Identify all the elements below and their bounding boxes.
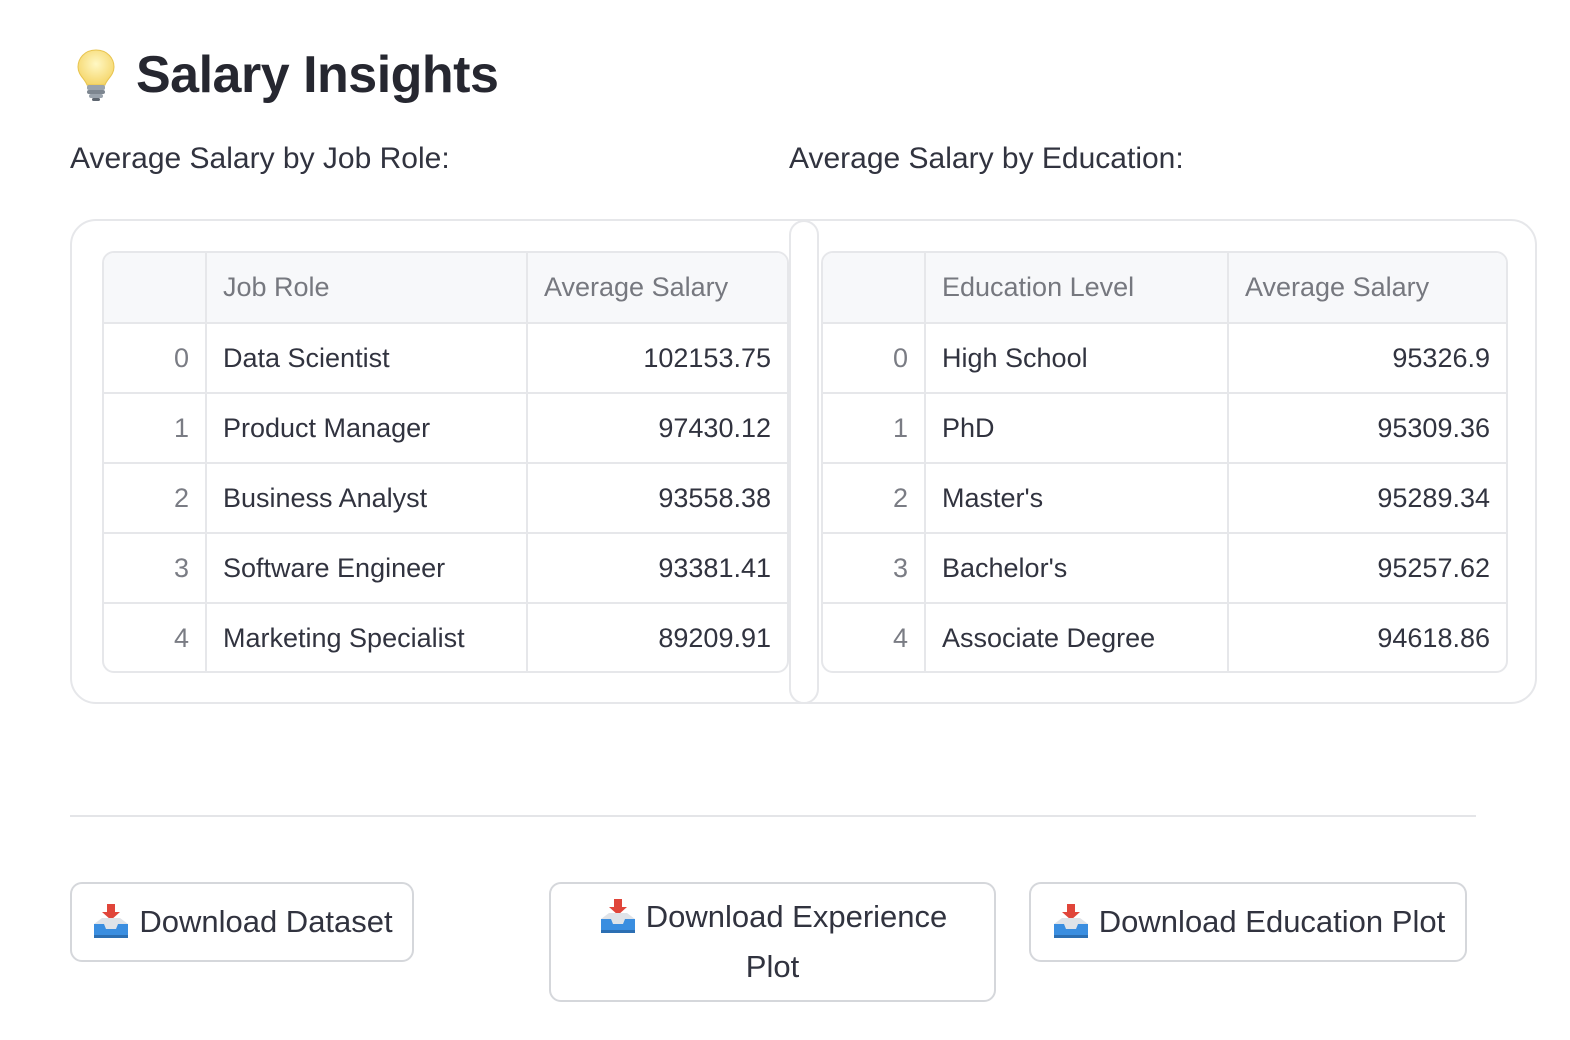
job-role-cell[interactable]: Business Analyst bbox=[206, 463, 528, 534]
table-header-row: Education Level Average Salary bbox=[823, 253, 1506, 324]
salary-insights-page: Salary Insights Average Salary by Job Ro… bbox=[0, 0, 1570, 1040]
row-index[interactable]: 1 bbox=[823, 393, 926, 464]
download-dataset-button[interactable]: Download Dataset bbox=[70, 882, 414, 962]
table-row: 4 Marketing Specialist 89209.91 bbox=[104, 603, 787, 671]
button-label: Download Education Plot bbox=[1098, 904, 1446, 939]
column-header-index[interactable] bbox=[104, 253, 207, 324]
salary-cell[interactable]: 102153.75 bbox=[527, 323, 787, 394]
salary-cell[interactable]: 95289.34 bbox=[1228, 463, 1506, 534]
job-role-cell[interactable]: Marketing Specialist bbox=[206, 603, 528, 671]
education-level-cell[interactable]: PhD bbox=[925, 393, 1229, 464]
row-index[interactable]: 2 bbox=[104, 463, 207, 534]
column-header-index[interactable] bbox=[823, 253, 926, 324]
row-index[interactable]: 0 bbox=[823, 323, 926, 394]
salary-cell[interactable]: 94618.86 bbox=[1228, 603, 1506, 671]
education-level-cell[interactable]: Bachelor's bbox=[925, 533, 1229, 604]
button-label-continued: Plot bbox=[745, 949, 800, 984]
table-row: 3 Bachelor's 95257.62 bbox=[823, 533, 1506, 604]
salary-cell[interactable]: 89209.91 bbox=[527, 603, 787, 671]
table-header-row: Job Role Average Salary bbox=[104, 253, 787, 324]
column-header-average-salary[interactable]: Average Salary bbox=[527, 253, 787, 324]
table-row: 4 Associate Degree 94618.86 bbox=[823, 603, 1506, 671]
job-role-cell[interactable]: Product Manager bbox=[206, 393, 528, 464]
education-level-cell[interactable]: High School bbox=[925, 323, 1229, 394]
education-level-cell[interactable]: Master's bbox=[925, 463, 1229, 534]
table-row: 1 PhD 95309.36 bbox=[823, 393, 1506, 464]
salary-cell[interactable]: 95257.62 bbox=[1228, 533, 1506, 604]
button-label: Download Dataset bbox=[139, 904, 393, 939]
salary-cell[interactable]: 95309.36 bbox=[1228, 393, 1506, 464]
row-index[interactable]: 1 bbox=[104, 393, 207, 464]
education-level-cell[interactable]: Associate Degree bbox=[925, 603, 1229, 671]
table-row: 0 High School 95326.9 bbox=[823, 323, 1506, 394]
education-table[interactable]: Education Level Average Salary 0 High Sc… bbox=[821, 251, 1508, 673]
job-role-heading: Average Salary by Job Role: bbox=[70, 142, 450, 175]
row-index[interactable]: 2 bbox=[823, 463, 926, 534]
table-row: 3 Software Engineer 93381.41 bbox=[104, 533, 787, 604]
inbox-tray-icon bbox=[598, 897, 638, 937]
row-index[interactable]: 3 bbox=[104, 533, 207, 604]
salary-cell[interactable]: 93558.38 bbox=[527, 463, 787, 534]
page-title: Salary Insights bbox=[136, 46, 499, 104]
salary-cell[interactable]: 93381.41 bbox=[527, 533, 787, 604]
job-role-table[interactable]: Job Role Average Salary 0 Data Scientist… bbox=[102, 251, 789, 673]
inbox-tray-icon bbox=[1051, 902, 1091, 942]
salary-cell[interactable]: 95326.9 bbox=[1228, 323, 1506, 394]
row-index[interactable]: 3 bbox=[823, 533, 926, 604]
row-index[interactable]: 4 bbox=[823, 603, 926, 671]
download-experience-plot-button[interactable]: Download Experience Plot bbox=[549, 882, 996, 1002]
column-header-average-salary[interactable]: Average Salary bbox=[1228, 253, 1506, 324]
row-index[interactable]: 0 bbox=[104, 323, 207, 394]
inbox-tray-icon bbox=[91, 902, 131, 942]
page-title-row: Salary Insights bbox=[74, 40, 499, 110]
column-divider bbox=[789, 220, 819, 704]
download-education-plot-button[interactable]: Download Education Plot bbox=[1029, 882, 1467, 962]
salary-cell[interactable]: 97430.12 bbox=[527, 393, 787, 464]
job-role-cell[interactable]: Data Scientist bbox=[206, 323, 528, 394]
column-header-job-role[interactable]: Job Role bbox=[206, 253, 528, 324]
education-heading: Average Salary by Education: bbox=[789, 142, 1184, 175]
lightbulb-icon bbox=[74, 47, 118, 103]
table-row: 1 Product Manager 97430.12 bbox=[104, 393, 787, 464]
row-index[interactable]: 4 bbox=[104, 603, 207, 671]
section-divider bbox=[70, 815, 1476, 817]
table-row: 0 Data Scientist 102153.75 bbox=[104, 323, 787, 394]
job-role-cell[interactable]: Software Engineer bbox=[206, 533, 528, 604]
table-row: 2 Business Analyst 93558.38 bbox=[104, 463, 787, 534]
table-row: 2 Master's 95289.34 bbox=[823, 463, 1506, 534]
button-label: Download Experience bbox=[645, 899, 948, 934]
column-header-education-level[interactable]: Education Level bbox=[925, 253, 1229, 324]
